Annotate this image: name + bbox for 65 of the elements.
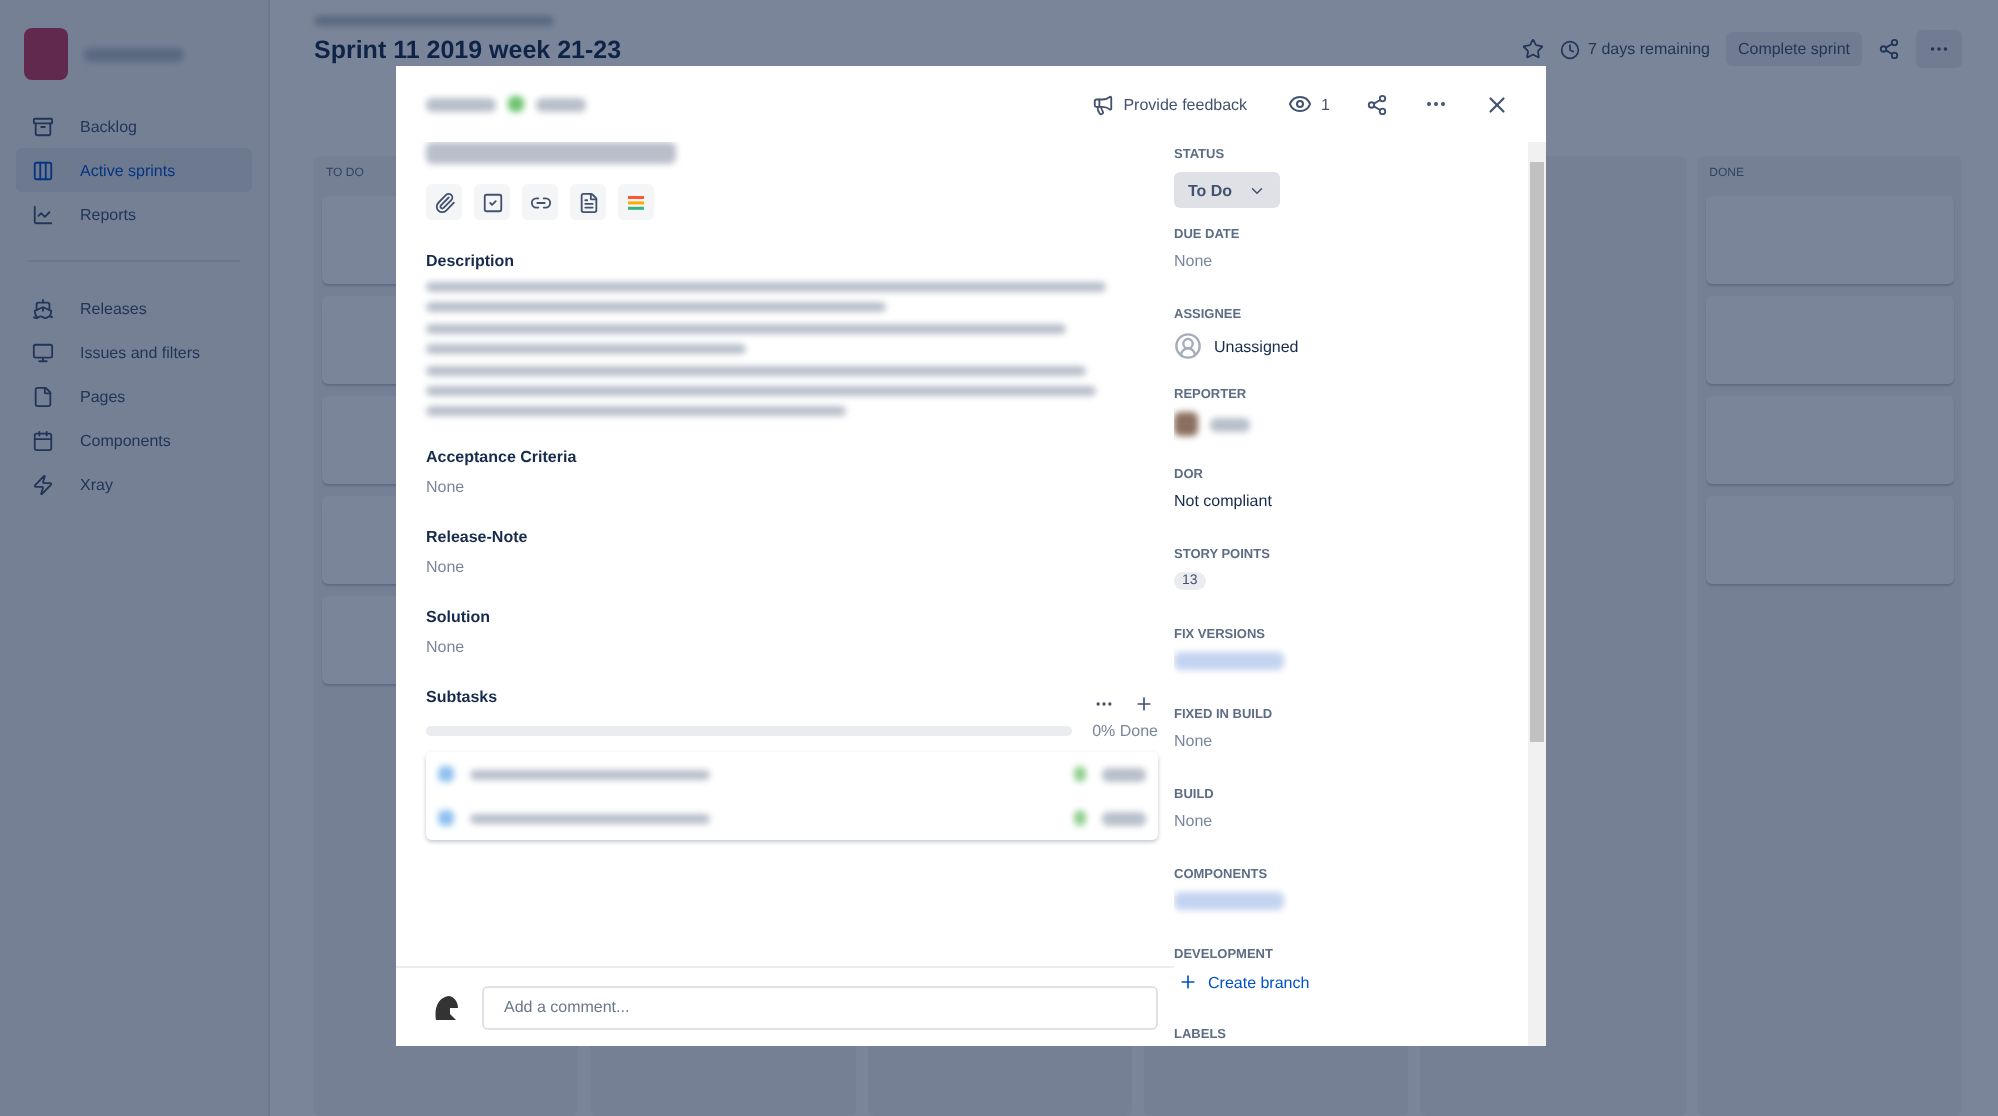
field-value: None [1174, 732, 1215, 750]
boat-icon [32, 297, 54, 319]
section-heading: Solution [426, 608, 492, 626]
create-branch-link[interactable]: Create branch [1174, 972, 1310, 992]
section-heading: Subtasks [426, 688, 498, 706]
priority-icon [1074, 766, 1086, 782]
subtask-type-icon [438, 810, 454, 826]
sidebar-item[interactable]: Reports [16, 192, 252, 236]
section-heading: Description [426, 252, 517, 270]
section-value: None [426, 558, 467, 576]
sidebar-item[interactable]: Releases [16, 286, 252, 330]
link-button[interactable] [522, 184, 558, 220]
assignee-name: Unassigned [1214, 337, 1299, 355]
eye-icon [1287, 92, 1312, 116]
section-value: None [426, 478, 467, 496]
test-button[interactable] [618, 184, 654, 220]
section-heading: Release-Note [426, 528, 530, 546]
user-avatar-icon [1174, 332, 1202, 360]
sidebar-item[interactable]: Backlog [16, 104, 252, 148]
page-icon [32, 385, 54, 407]
plus-icon [1134, 693, 1154, 713]
close-icon [1484, 91, 1510, 117]
feedback-button[interactable]: Provide feedback [1087, 89, 1252, 119]
subtask-button[interactable] [474, 184, 510, 220]
clock-icon [1560, 39, 1581, 59]
document-icon [577, 191, 599, 213]
days-remaining: 7 days remaining [1560, 39, 1710, 59]
attach-button[interactable] [426, 184, 462, 220]
share-icon [1366, 93, 1388, 115]
project-logo [24, 28, 68, 80]
monitor-icon [32, 341, 54, 363]
field-value: None [1174, 252, 1215, 270]
comment-field[interactable]: Add a comment... [482, 985, 1158, 1029]
calendar-icon [32, 429, 54, 451]
star-icon[interactable] [1522, 38, 1545, 60]
lightning-icon [32, 473, 54, 495]
subtask-type-icon [438, 766, 454, 782]
watch-button[interactable]: 1 [1283, 88, 1334, 120]
sidebar-item[interactable]: Pages [16, 374, 252, 418]
paperclip-icon [433, 191, 455, 213]
stripes-icon [628, 195, 644, 209]
plus-icon [1178, 972, 1198, 992]
user-avatar-icon [1174, 412, 1198, 436]
chart-icon [32, 203, 54, 225]
checkbox-icon [481, 191, 503, 213]
scrollbar[interactable] [1528, 142, 1546, 1046]
status-dropdown[interactable]: To Do [1174, 172, 1280, 208]
progress-text: 0% Done [1092, 722, 1158, 740]
priority-icon [1074, 810, 1086, 826]
share-icon[interactable] [1878, 38, 1900, 60]
complete-sprint-button[interactable]: Complete sprint [1725, 32, 1862, 66]
sidebar-item[interactable]: Components [16, 418, 252, 462]
field-value: Not compliant [1174, 492, 1274, 510]
board-icon [32, 159, 54, 181]
sidebar-item[interactable]: Issues and filters [16, 330, 252, 374]
page-button[interactable] [570, 184, 606, 220]
sidebar-item[interactable]: Xray [16, 462, 252, 506]
section-value: None [426, 638, 467, 656]
sidebar-item[interactable]: Active sprints [16, 148, 252, 192]
section-heading: Acceptance Criteria [426, 448, 579, 466]
backlog-icon [32, 115, 54, 137]
field-value: None [1174, 812, 1215, 830]
megaphone-icon [1091, 93, 1114, 115]
share-button[interactable] [1362, 89, 1392, 119]
sprint-title: Sprint 11 2019 week 21-23 [314, 35, 622, 63]
